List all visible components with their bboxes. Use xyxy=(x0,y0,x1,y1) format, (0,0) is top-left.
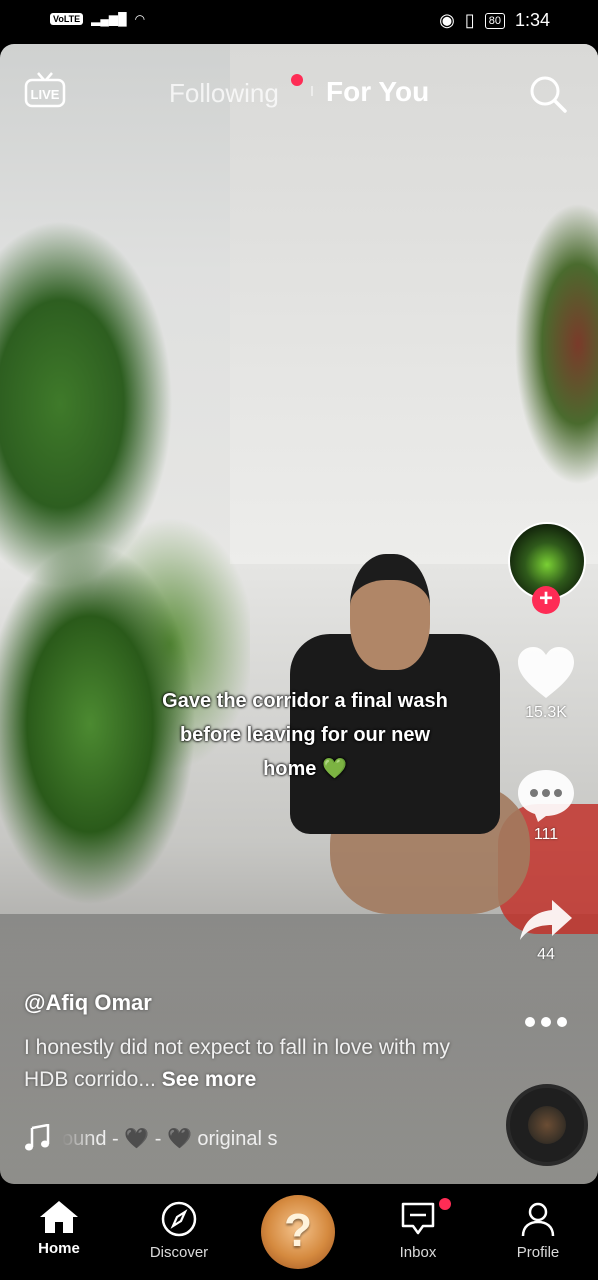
video-plants-left xyxy=(0,124,250,964)
dot xyxy=(557,1017,567,1027)
nav-inbox[interactable]: Inbox xyxy=(368,1200,468,1261)
live-label: LIVE xyxy=(31,87,60,102)
like-count: 15.3K xyxy=(525,704,567,721)
create-button[interactable]: ? xyxy=(261,1195,335,1269)
like-button[interactable]: 15.3K xyxy=(508,646,584,722)
signal-icon: ▂▄▆█ xyxy=(91,12,127,26)
video-caption: Gave the corridor a final wash before le… xyxy=(160,684,450,786)
compass-icon xyxy=(161,1201,197,1237)
nav-inbox-label: Inbox xyxy=(399,1244,437,1261)
following-notification-dot xyxy=(291,74,303,86)
nav-home-label: Home xyxy=(38,1240,80,1257)
vibrate-icon: ▯ xyxy=(464,10,475,30)
share-count: 44 xyxy=(537,946,555,963)
comment-count: 111 xyxy=(533,826,559,843)
post-description: I honestly did not expect to fall in lov… xyxy=(24,1032,484,1096)
share-arrow-icon xyxy=(520,900,572,940)
profile-icon xyxy=(521,1202,555,1237)
comment-icon xyxy=(518,770,574,822)
tab-for-you[interactable]: For You xyxy=(326,76,429,108)
live-icon[interactable]: LIVE xyxy=(24,72,66,108)
nav-profile[interactable]: Profile xyxy=(488,1200,588,1261)
nav-discover-label: Discover xyxy=(149,1244,209,1261)
post-info: @Afiq Omar I honestly did not expect to … xyxy=(24,990,484,1096)
eye-icon: ◉ xyxy=(439,10,455,30)
person-head xyxy=(350,554,430,670)
status-left: VoLTE ▂▄▆█ ◠ xyxy=(50,12,145,26)
creator-username[interactable]: @Afiq Omar xyxy=(24,990,484,1016)
share-button[interactable]: 44 xyxy=(508,898,584,964)
create-button-glyph: ? xyxy=(283,1204,313,1256)
nav-profile-label: Profile xyxy=(516,1244,560,1261)
top-nav: LIVE Following For You xyxy=(0,68,598,118)
inbox-notification-dot xyxy=(439,1198,451,1210)
dot xyxy=(541,1017,551,1027)
search-icon[interactable] xyxy=(528,74,568,114)
home-icon xyxy=(40,1201,78,1233)
tab-following[interactable]: Following xyxy=(169,78,279,109)
sound-row[interactable]: ound - 🖤 - 🖤 original s xyxy=(24,1122,344,1154)
wifi-icon: ◠ xyxy=(134,12,146,26)
music-disc-cover xyxy=(528,1106,566,1144)
music-note-icon xyxy=(25,1124,50,1151)
heart-icon xyxy=(518,647,574,698)
status-bar: VoLTE ▂▄▆█ ◠ ◉ ▯ 80 1:34 xyxy=(0,0,598,44)
comment-button[interactable]: 111 xyxy=(508,768,584,844)
sound-title: ound - 🖤 - 🖤 original s xyxy=(62,1127,278,1150)
follow-plus-button[interactable]: + xyxy=(532,586,560,614)
dot xyxy=(525,1017,535,1027)
caption-text: Gave the corridor a final wash before le… xyxy=(162,690,448,780)
tab-separator xyxy=(311,86,313,96)
clock: 1:34 xyxy=(514,10,550,30)
battery-icon: 80 xyxy=(484,12,505,29)
nav-discover[interactable]: Discover xyxy=(129,1200,229,1261)
status-right: ◉ ▯ 80 1:34 xyxy=(439,10,550,31)
volte-badge: VoLTE xyxy=(50,13,84,25)
green-heart-emoji: 💚 xyxy=(322,758,347,780)
see-more-link[interactable]: See more xyxy=(162,1068,257,1091)
more-options-button[interactable] xyxy=(508,1014,584,1032)
music-disc[interactable] xyxy=(506,1084,588,1166)
bottom-nav: Home Discover ? Inbox Profile xyxy=(0,1184,598,1280)
nav-home[interactable]: Home xyxy=(9,1200,109,1257)
inbox-icon xyxy=(401,1202,435,1235)
